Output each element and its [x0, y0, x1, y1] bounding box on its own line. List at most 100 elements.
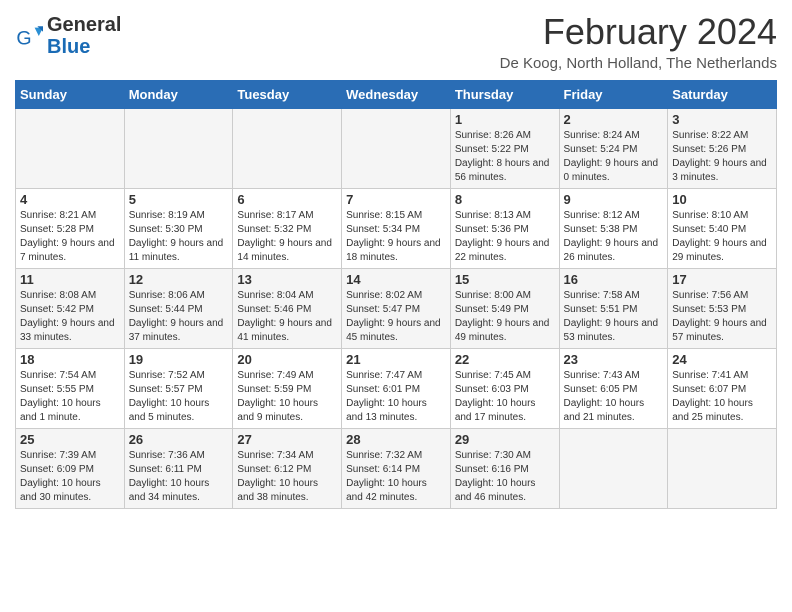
calendar-cell: 13 Sunrise: 8:04 AMSunset: 5:46 PMDayligh… — [233, 269, 342, 349]
day-number: 26 — [129, 432, 229, 447]
calendar-week-row-2: 4 Sunrise: 8:21 AMSunset: 5:28 PMDaylight… — [16, 189, 777, 269]
day-info: Sunrise: 7:34 AMSunset: 6:12 PMDaylight:… — [237, 449, 337, 505]
day-number: 24 — [672, 352, 772, 367]
day-info: Sunrise: 8:08 AMSunset: 5:42 PMDaylight:… — [20, 289, 120, 345]
calendar-cell — [124, 109, 233, 189]
day-info: Sunrise: 7:49 AMSunset: 5:59 PMDaylight:… — [237, 369, 337, 425]
calendar-cell: 1 Sunrise: 8:26 AMSunset: 5:22 PMDaylight… — [450, 109, 559, 189]
calendar-cell: 2Sunrise: 8:24 AMSunset: 5:24 PMDaylight… — [559, 109, 668, 189]
logo: G General Blue — [15, 14, 121, 58]
day-number: 21 — [346, 352, 446, 367]
day-number: 1 — [455, 112, 555, 127]
header: G General Blue February 2024 De Koog, No… — [15, 10, 777, 72]
calendar-cell — [668, 429, 777, 509]
day-info: Sunrise: 7:56 AMSunset: 5:53 PMDaylight:… — [672, 289, 772, 345]
day-number: 7 — [346, 192, 446, 207]
weekday-header-row: SundayMondayTuesdayWednesdayThursdayFrid… — [16, 81, 777, 109]
day-info: Sunrise: 8:22 AMSunset: 5:26 PMDaylight:… — [672, 129, 772, 185]
calendar-cell: 5Sunrise: 8:19 AMSunset: 5:30 PMDaylight… — [124, 189, 233, 269]
page: G General Blue February 2024 De Koog, No… — [0, 0, 792, 519]
day-info: Sunrise: 8:26 AMSunset: 5:22 PMDaylight:… — [455, 129, 555, 185]
calendar-cell: 24 Sunrise: 7:41 AMSunset: 6:07 PMDayligh… — [668, 349, 777, 429]
month-title: February 2024 — [500, 10, 777, 53]
day-info: Sunrise: 7:47 AMSunset: 6:01 PMDaylight:… — [346, 369, 446, 425]
calendar-cell: 9 Sunrise: 8:12 AMSunset: 5:38 PMDaylight… — [559, 189, 668, 269]
day-info: Sunrise: 8:19 AMSunset: 5:30 PMDaylight:… — [129, 209, 229, 265]
calendar-week-row-4: 18 Sunrise: 7:54 AMSunset: 5:55 PMDayligh… — [16, 349, 777, 429]
day-info: Sunrise: 8:10 AMSunset: 5:40 PMDaylight:… — [672, 209, 772, 265]
day-number: 29 — [455, 432, 555, 447]
calendar-cell — [342, 109, 451, 189]
day-number: 9 — [564, 192, 664, 207]
calendar-cell: 12Sunrise: 8:06 AMSunset: 5:44 PMDayligh… — [124, 269, 233, 349]
calendar-cell: 22 Sunrise: 7:45 AMSunset: 6:03 PMDayligh… — [450, 349, 559, 429]
day-info: Sunrise: 8:13 AMSunset: 5:36 PMDaylight:… — [455, 209, 555, 265]
day-info: Sunrise: 7:43 AMSunset: 6:05 PMDaylight:… — [564, 369, 664, 425]
day-number: 19 — [129, 352, 229, 367]
weekday-header-monday: Monday — [124, 81, 233, 109]
day-info: Sunrise: 8:04 AMSunset: 5:46 PMDaylight:… — [237, 289, 337, 345]
weekday-header-saturday: Saturday — [668, 81, 777, 109]
calendar-cell: 23 Sunrise: 7:43 AMSunset: 6:05 PMDayligh… — [559, 349, 668, 429]
day-number: 11 — [20, 272, 120, 287]
calendar-cell: 28 Sunrise: 7:32 AMSunset: 6:14 PMDayligh… — [342, 429, 451, 509]
logo-general-text: General — [47, 14, 121, 36]
calendar-cell: 11 Sunrise: 8:08 AMSunset: 5:42 PMDayligh… — [16, 269, 125, 349]
calendar-cell: 19 Sunrise: 7:52 AMSunset: 5:57 PMDayligh… — [124, 349, 233, 429]
calendar-cell: 25 Sunrise: 7:39 AMSunset: 6:09 PMDayligh… — [16, 429, 125, 509]
calendar-cell: 15Sunrise: 8:00 AMSunset: 5:49 PMDayligh… — [450, 269, 559, 349]
day-number: 2 — [564, 112, 664, 127]
calendar-week-row-1: 1 Sunrise: 8:26 AMSunset: 5:22 PMDaylight… — [16, 109, 777, 189]
calendar-cell — [233, 109, 342, 189]
day-number: 25 — [20, 432, 120, 447]
calendar-week-row-3: 11 Sunrise: 8:08 AMSunset: 5:42 PMDayligh… — [16, 269, 777, 349]
day-info: Sunrise: 7:36 AMSunset: 6:11 PMDaylight:… — [129, 449, 229, 505]
weekday-header-sunday: Sunday — [16, 81, 125, 109]
title-section: February 2024 De Koog, North Holland, Th… — [500, 10, 777, 72]
calendar-cell: 4 Sunrise: 8:21 AMSunset: 5:28 PMDaylight… — [16, 189, 125, 269]
calendar-cell: 16 Sunrise: 7:58 AMSunset: 5:51 PMDayligh… — [559, 269, 668, 349]
day-number: 23 — [564, 352, 664, 367]
day-number: 6 — [237, 192, 337, 207]
day-number: 15 — [455, 272, 555, 287]
calendar-week-row-5: 25 Sunrise: 7:39 AMSunset: 6:09 PMDayligh… — [16, 429, 777, 509]
calendar-cell: 18 Sunrise: 7:54 AMSunset: 5:55 PMDayligh… — [16, 349, 125, 429]
calendar-cell: 17 Sunrise: 7:56 AMSunset: 5:53 PMDayligh… — [668, 269, 777, 349]
day-number: 17 — [672, 272, 772, 287]
weekday-header-friday: Friday — [559, 81, 668, 109]
day-info: Sunrise: 8:17 AMSunset: 5:32 PMDaylight:… — [237, 209, 337, 265]
day-number: 18 — [20, 352, 120, 367]
calendar-cell: 20 Sunrise: 7:49 AMSunset: 5:59 PMDayligh… — [233, 349, 342, 429]
day-number: 14 — [346, 272, 446, 287]
day-info: Sunrise: 7:32 AMSunset: 6:14 PMDaylight:… — [346, 449, 446, 505]
calendar-cell: 3Sunrise: 8:22 AMSunset: 5:26 PMDaylight… — [668, 109, 777, 189]
day-info: Sunrise: 7:54 AMSunset: 5:55 PMDaylight:… — [20, 369, 120, 425]
day-info: Sunrise: 7:52 AMSunset: 5:57 PMDaylight:… — [129, 369, 229, 425]
day-info: Sunrise: 7:41 AMSunset: 6:07 PMDaylight:… — [672, 369, 772, 425]
calendar-cell: 10Sunrise: 8:10 AMSunset: 5:40 PMDayligh… — [668, 189, 777, 269]
day-info: Sunrise: 7:39 AMSunset: 6:09 PMDaylight:… — [20, 449, 120, 505]
calendar-cell: 29Sunrise: 7:30 AMSunset: 6:16 PMDayligh… — [450, 429, 559, 509]
day-number: 12 — [129, 272, 229, 287]
day-number: 27 — [237, 432, 337, 447]
svg-text:G: G — [16, 27, 31, 49]
day-info: Sunrise: 8:21 AMSunset: 5:28 PMDaylight:… — [20, 209, 120, 265]
day-number: 28 — [346, 432, 446, 447]
calendar-cell — [16, 109, 125, 189]
day-info: Sunrise: 8:12 AMSunset: 5:38 PMDaylight:… — [564, 209, 664, 265]
day-number: 13 — [237, 272, 337, 287]
calendar-cell: 27 Sunrise: 7:34 AMSunset: 6:12 PMDayligh… — [233, 429, 342, 509]
day-number: 4 — [20, 192, 120, 207]
day-number: 20 — [237, 352, 337, 367]
day-number: 8 — [455, 192, 555, 207]
logo-icon: G — [15, 22, 43, 50]
day-info: Sunrise: 7:58 AMSunset: 5:51 PMDaylight:… — [564, 289, 664, 345]
location: De Koog, North Holland, The Netherlands — [500, 55, 777, 72]
day-info: Sunrise: 7:45 AMSunset: 6:03 PMDaylight:… — [455, 369, 555, 425]
day-number: 22 — [455, 352, 555, 367]
day-number: 16 — [564, 272, 664, 287]
weekday-header-tuesday: Tuesday — [233, 81, 342, 109]
calendar-cell: 8 Sunrise: 8:13 AMSunset: 5:36 PMDaylight… — [450, 189, 559, 269]
weekday-header-wednesday: Wednesday — [342, 81, 451, 109]
calendar-cell: 6 Sunrise: 8:17 AMSunset: 5:32 PMDaylight… — [233, 189, 342, 269]
